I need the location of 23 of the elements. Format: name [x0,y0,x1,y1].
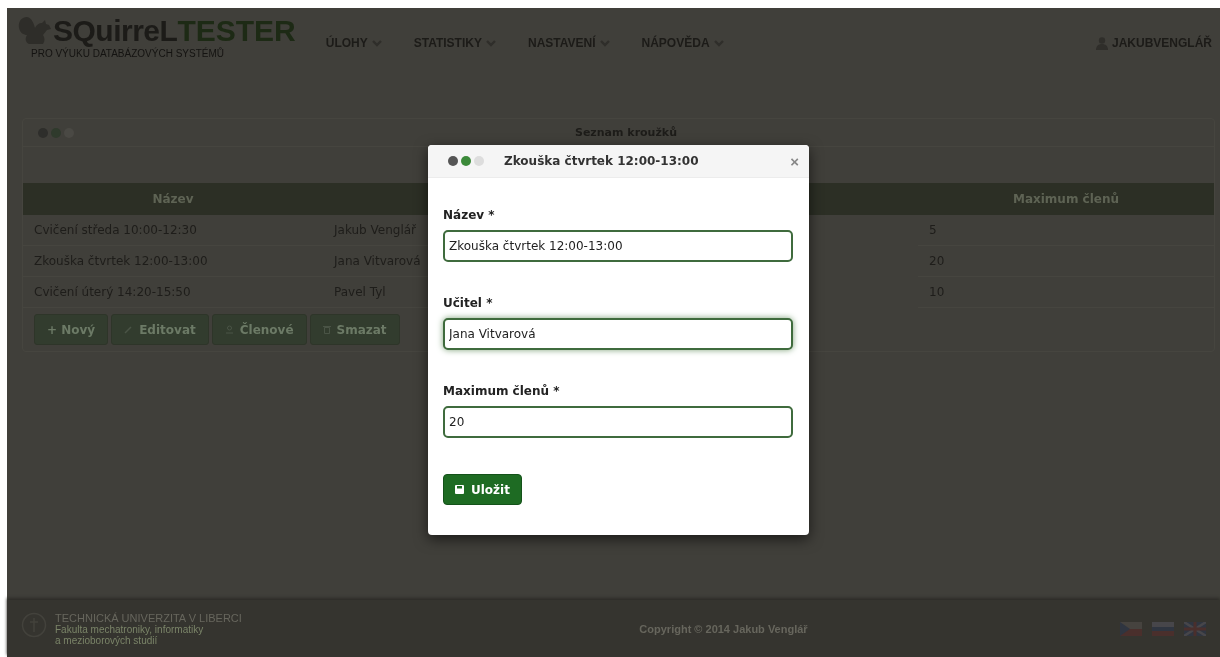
flag-icon[interactable] [1120,621,1142,636]
panel-button[interactable]: + Nový [34,314,109,345]
faculty-name: a mezioborových studií [55,634,158,646]
pencil-icon [124,325,134,334]
panel-button[interactable]: Členové [211,314,307,345]
field-label: Maximum členů * [443,384,560,398]
close-button[interactable]: × [790,152,799,170]
flag-icon[interactable] [1152,621,1174,636]
window-dot [448,156,458,166]
window-dot [461,156,471,166]
save-button[interactable]: Uložit [443,474,522,505]
panel-button[interactable]: Smazat [309,314,400,345]
window-dot [474,156,484,166]
input-field[interactable]: Jana Vitvarová [443,318,793,350]
dialog-title: Zkouška čtvrtek 12:00-13:00 [504,154,700,168]
input-field[interactable]: Zkouška čtvrtek 12:00-13:00 [443,230,793,262]
panel-button[interactable]: Editovat [111,314,209,345]
input-field[interactable]: 20 [443,406,793,438]
faculty-name: Fakulta mechatroniky, informatiky [55,623,205,635]
save-icon [455,485,464,494]
flag-icon[interactable] [1184,621,1206,636]
field-label: Učitel * [443,296,493,310]
trash-icon [322,325,331,334]
